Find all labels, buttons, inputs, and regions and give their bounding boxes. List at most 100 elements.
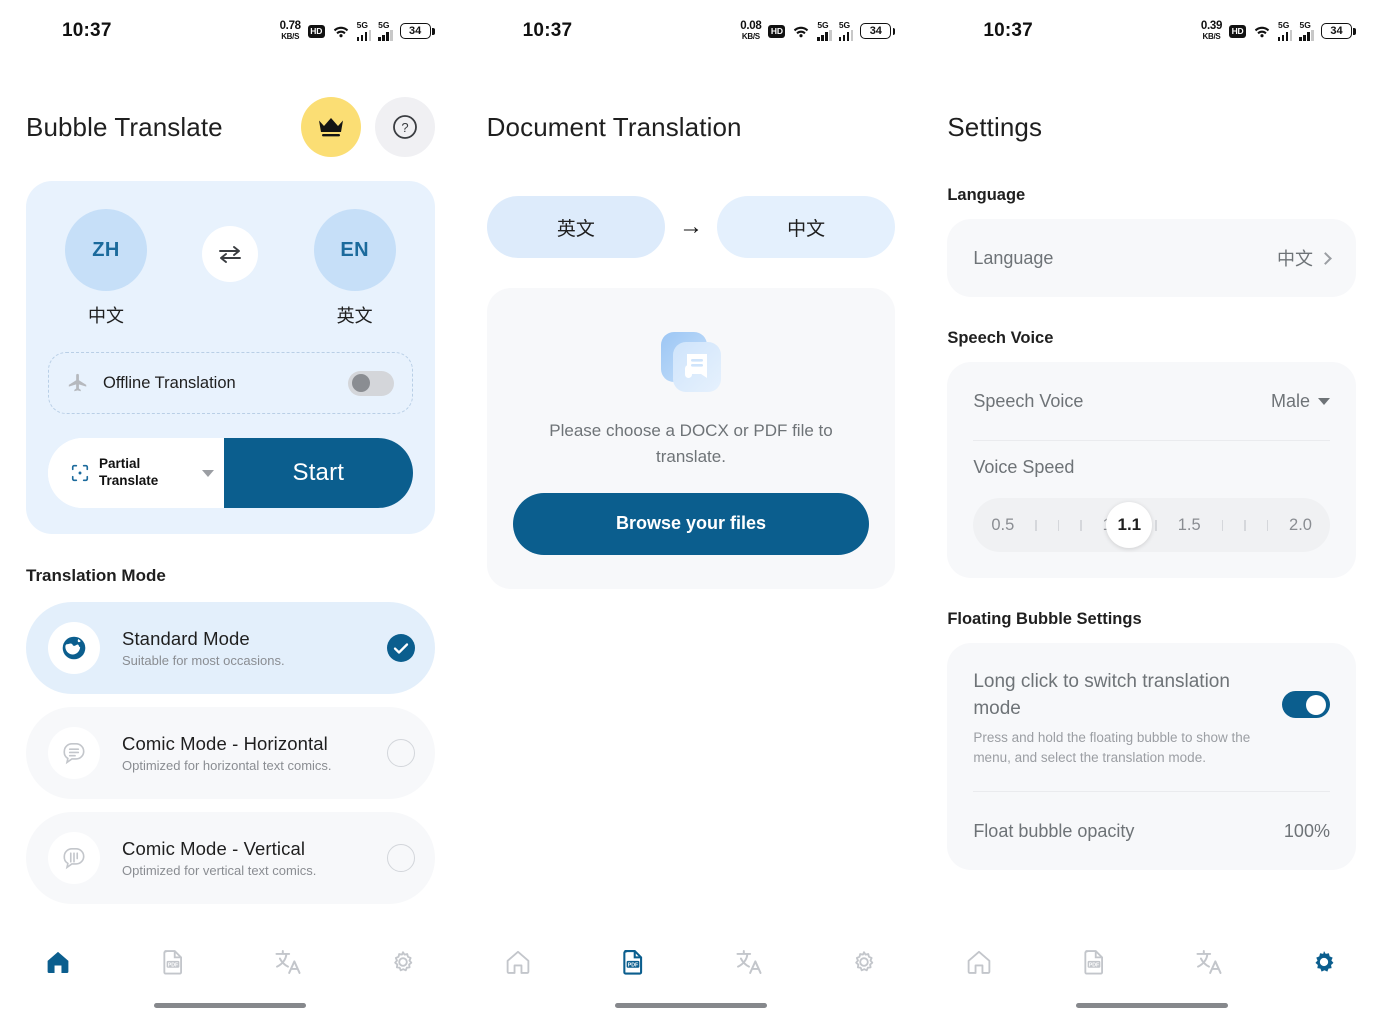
gear-icon (394, 951, 413, 972)
pdf-file-icon: PDF (1084, 950, 1104, 975)
battery-level: 34 (399, 23, 431, 39)
bubble-card: Long click to switch translation mode Pr… (947, 643, 1356, 871)
voice-speed-slider[interactable]: 0.5 1 1.5 2.0 1.1 (973, 498, 1330, 552)
mode-icon-wrap (48, 832, 100, 884)
source-language-name: 中文 (88, 306, 124, 326)
nav-item-document[interactable]: PDF (138, 942, 208, 982)
language-card: Language 中文 (947, 219, 1356, 297)
nav-item-home[interactable] (23, 942, 93, 982)
bubble-section-title: Floating Bubble Settings (947, 610, 1142, 628)
voice-speed-block: Voice Speed 0.5 1 1.5 2.0 (973, 441, 1330, 578)
premium-button[interactable] (300, 97, 361, 157)
screen-home: 10:37 0.78 KB/S HD 5G 5G 34 Bubble Trans… (0, 0, 461, 1024)
nav-item-document[interactable]: PDF (1059, 942, 1129, 982)
start-action-row: Partial Translate Start (48, 438, 413, 508)
long-click-desc: Press and hold the floating bubble to sh… (973, 730, 1251, 765)
nav-item-translate[interactable] (253, 942, 323, 982)
source-language[interactable]: ZH 中文 (60, 209, 152, 328)
nav-item-home[interactable] (944, 942, 1014, 982)
wifi-icon (1254, 26, 1270, 38)
battery-level: 34 (860, 23, 892, 39)
nav-item-settings[interactable] (1289, 942, 1359, 982)
gear-icon (1315, 951, 1334, 972)
status-bar: 10:37 0.08 KB/S HD 5G 5G 34 (461, 0, 922, 62)
gear-icon (854, 951, 873, 972)
voice-speed-label: Voice Speed (973, 457, 1075, 477)
nav-item-translate[interactable] (1174, 942, 1244, 982)
mode-desc: Optimized for horizontal text comics. (122, 758, 332, 773)
file-picker-card: Please choose a DOCX or PDF file to tran… (486, 288, 896, 589)
quick-translate-card: ZH 中文 EN 英文 Offline Translation Partial … (26, 181, 435, 534)
doc-source-language[interactable]: 英文 (486, 196, 665, 258)
swap-languages-button[interactable] (202, 225, 259, 282)
help-button[interactable]: ? (374, 97, 435, 157)
svg-text:PDF: PDF (167, 962, 178, 968)
nav-item-document[interactable]: PDF (598, 942, 668, 982)
partial-translate-label: Partial Translate (99, 456, 158, 490)
opacity-row[interactable]: Float bubble opacity 100% (973, 792, 1330, 870)
speed-tick-min: 0.5 (991, 515, 1015, 534)
check-icon (393, 642, 408, 654)
speech-section-title: Speech Voice (947, 329, 1054, 347)
mode-radio[interactable] (386, 844, 415, 872)
mode-item-comic-vertical[interactable]: Comic Mode - Vertical Optimized for vert… (26, 812, 435, 904)
long-click-toggle[interactable] (1281, 691, 1330, 718)
chevron-right-icon (1319, 251, 1332, 265)
speech-voice-label: Speech Voice (973, 390, 1084, 411)
documents-stack-icon (660, 332, 721, 392)
network-speed-unit: KB/S (1202, 32, 1221, 42)
nav-item-settings[interactable] (368, 942, 438, 982)
mode-radio[interactable] (386, 739, 415, 767)
mode-icon-wrap (48, 622, 100, 674)
signal-bars-2 (378, 29, 393, 41)
slider-tick (1080, 519, 1082, 531)
partial-translate-dropdown[interactable]: Partial Translate (48, 438, 224, 508)
signal-generation-label-2: 5G (378, 20, 390, 31)
speech-voice-value-text: Male (1270, 390, 1310, 411)
voice-speed-thumb[interactable]: 1.1 (1106, 502, 1153, 548)
offline-translation-row[interactable]: Offline Translation (48, 352, 413, 414)
signal-bars (817, 29, 832, 41)
document-content: 英文 → 中文 Please choose a DOCX or PDF file… (461, 172, 922, 920)
airplane-icon (68, 373, 87, 392)
partial-translate-line1: Partial (99, 456, 141, 472)
language-row-label: Language (973, 247, 1054, 268)
arrow-right-icon: → (678, 213, 703, 240)
signal-bars (1277, 29, 1293, 41)
partial-translate-line2: Translate (99, 473, 159, 488)
battery-tip (1353, 27, 1356, 35)
language-row-value: 中文 (1277, 245, 1332, 271)
offline-translation-toggle[interactable] (347, 370, 394, 396)
nav-item-translate[interactable] (714, 942, 784, 982)
home-icon (967, 950, 991, 974)
signal-indicator-sim2: 5G (838, 21, 854, 41)
mode-item-comic-horizontal[interactable]: Comic Mode - Horizontal Optimized for ho… (26, 707, 435, 799)
signal-indicator-sim1: 5G (817, 21, 832, 41)
language-selector-row: ZH 中文 EN 英文 (48, 209, 413, 328)
slider-tick (1057, 519, 1060, 531)
nav-item-home[interactable] (483, 942, 553, 982)
target-language-code: EN (313, 209, 396, 291)
page-title: Document Translation (486, 111, 742, 142)
nav-item-settings[interactable] (829, 942, 899, 982)
target-language[interactable]: EN 英文 (309, 209, 401, 328)
language-row[interactable]: Language 中文 (973, 219, 1332, 297)
chevron-down-icon (1317, 397, 1330, 405)
swap-horizontal-icon (219, 245, 242, 263)
settings-content: Language Language 中文 Speech Voice Speech… (921, 172, 1382, 920)
status-icons: 0.39 KB/S HD 5G 5G 34 (1201, 20, 1356, 42)
long-click-row[interactable]: Long click to switch translation mode Pr… (973, 643, 1330, 791)
doc-target-language[interactable]: 中文 (716, 196, 896, 258)
mode-texts: Comic Mode - Horizontal Optimized for ho… (122, 733, 332, 773)
signal-indicator-sim2: 5G (378, 21, 393, 41)
start-button[interactable]: Start (224, 438, 413, 508)
speech-voice-row[interactable]: Speech Voice Male (973, 362, 1330, 440)
mode-item-standard[interactable]: Standard Mode Suitable for most occasion… (26, 602, 435, 694)
slider-tick (1266, 519, 1269, 531)
network-speed-indicator: 0.08 KB/S (740, 20, 761, 42)
mode-radio-selected[interactable] (386, 634, 415, 662)
signal-generation-label: 5G (1277, 20, 1290, 31)
browse-files-button[interactable]: Browse your files (512, 492, 870, 555)
mode-icon-wrap (48, 727, 100, 779)
three-screen-comparison: 10:37 0.78 KB/S HD 5G 5G 34 Bubble Trans… (0, 0, 1382, 1024)
